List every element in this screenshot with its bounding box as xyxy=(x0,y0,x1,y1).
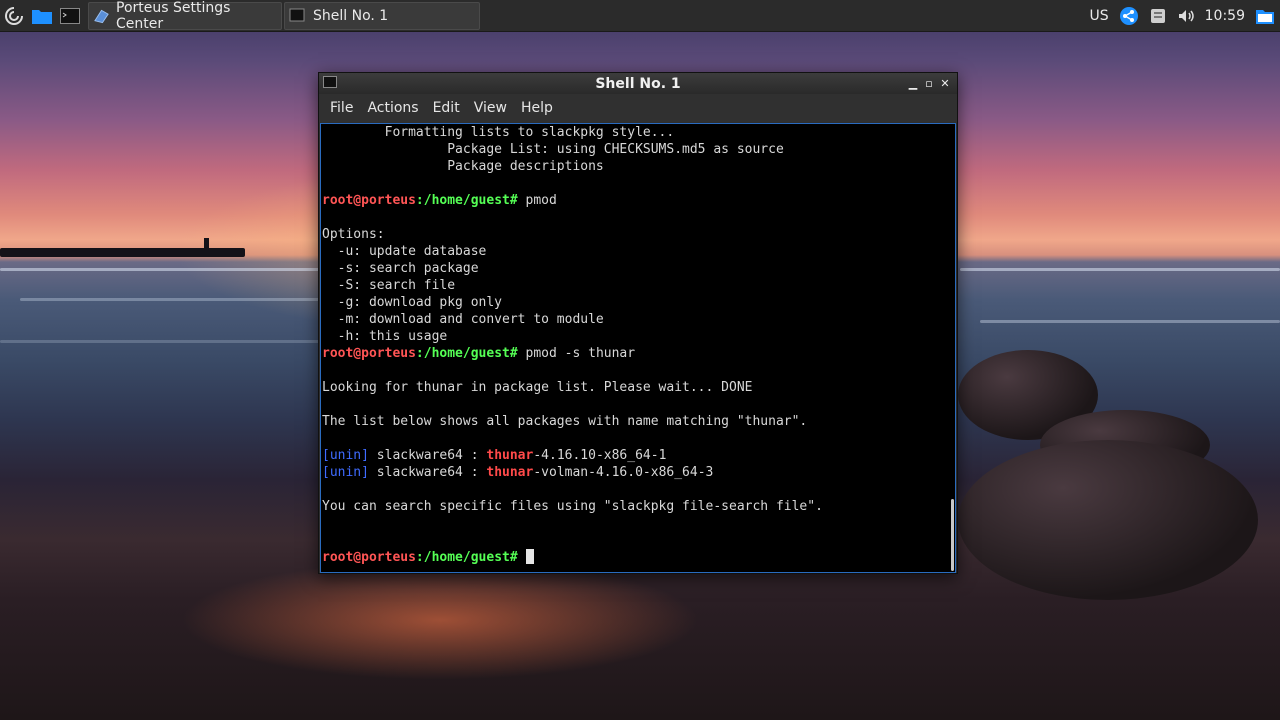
show-desktop-icon[interactable] xyxy=(1255,7,1275,25)
rock xyxy=(958,440,1258,600)
task-label: Porteus Settings Center xyxy=(116,0,231,32)
package-repo: slackware64 : xyxy=(368,465,487,480)
output-line: The list below shows all packages with n… xyxy=(322,414,808,429)
folder-icon xyxy=(32,9,52,24)
prompt-user: root@porteus xyxy=(322,550,416,565)
menu-view[interactable]: View xyxy=(467,100,514,116)
close-button[interactable]: ✕ xyxy=(937,77,953,90)
maximize-button[interactable]: ▫ xyxy=(921,77,937,90)
command-text: pmod -s thunar xyxy=(517,346,636,361)
output-line: -S: search file xyxy=(322,278,456,293)
clock[interactable]: 10:59 xyxy=(1205,8,1245,24)
terminal-window: Shell No. 1 ▁ ▫ ✕ File Actions Edit View… xyxy=(318,72,958,574)
wave-line xyxy=(960,268,1280,271)
package-version: -volman-4.16.0-x86_64-3 xyxy=(533,465,714,480)
package-name: thunar xyxy=(486,448,534,463)
sunset-reflection xyxy=(180,560,700,680)
prompt-path: :/home/guest# xyxy=(415,193,518,208)
terminal-icon xyxy=(60,7,80,24)
terminal-output[interactable]: Formatting lists to slackpkg style... Pa… xyxy=(320,123,956,573)
task-label: Shell No. 1 xyxy=(313,7,389,24)
terminal-launcher[interactable] xyxy=(56,0,84,32)
pier-post xyxy=(204,238,209,252)
network-share-icon[interactable] xyxy=(1119,6,1139,26)
package-repo: slackware64 : xyxy=(368,448,487,463)
keyboard-layout-indicator[interactable]: US xyxy=(1090,8,1109,24)
result-line: [unin] slackware64 : thunar-4.16.10-x86_… xyxy=(322,448,667,463)
window-controls: ▁ ▫ ✕ xyxy=(905,73,953,94)
wave-line xyxy=(0,268,320,271)
terminal-icon xyxy=(289,8,305,21)
prompt-path: :/home/guest# xyxy=(415,346,518,361)
volume-icon[interactable] xyxy=(1177,8,1195,24)
wave-line xyxy=(0,340,320,343)
menu-help[interactable]: Help xyxy=(514,100,560,116)
file-manager-launcher[interactable] xyxy=(28,0,56,32)
system-tray: US 10:59 xyxy=(1085,0,1280,32)
text-cursor xyxy=(525,549,534,564)
output-line: -g: download pkg only xyxy=(322,295,503,310)
output-line: -h: this usage xyxy=(322,329,448,344)
wave-line xyxy=(980,320,1280,323)
output-line: Options: xyxy=(322,227,385,242)
command-line: root@porteus:/home/guest# pmod -s thunar xyxy=(322,345,955,362)
window-title: Shell No. 1 xyxy=(595,75,681,92)
wave-line xyxy=(20,298,320,301)
menu-edit[interactable]: Edit xyxy=(426,100,467,116)
minimize-button[interactable]: ▁ xyxy=(905,77,921,90)
package-status: unin xyxy=(329,465,362,480)
prompt-user: root@porteus xyxy=(322,346,416,361)
task-porteus-settings-center[interactable]: Porteus Settings Center xyxy=(88,0,282,32)
package-version: -4.16.10-x86_64-1 xyxy=(533,448,667,463)
command-text: pmod xyxy=(517,193,557,208)
terminal-scrollbar[interactable] xyxy=(951,499,954,571)
menu-file[interactable]: File xyxy=(323,100,360,116)
output-line: Looking for thunar in package list. Plea… xyxy=(322,380,753,395)
output-line: -m: download and convert to module xyxy=(322,312,604,327)
settings-center-icon xyxy=(94,9,109,23)
output-line: Package List: using CHECKSUMS.md5 as sou… xyxy=(322,142,784,157)
output-line: Package descriptions xyxy=(322,159,604,174)
command-line: root@porteus:/home/guest# xyxy=(322,549,955,566)
menu-actions[interactable]: Actions xyxy=(360,100,425,116)
clipboard-icon[interactable] xyxy=(1149,7,1167,25)
result-line: [unin] slackware64 : thunar-volman-4.16.… xyxy=(322,465,714,480)
prompt-user: root@porteus xyxy=(322,193,416,208)
start-menu-button[interactable] xyxy=(0,0,28,32)
output-line: -s: search package xyxy=(322,261,479,276)
porteus-logo-icon xyxy=(5,6,23,25)
output-line: Formatting lists to slackpkg style... xyxy=(322,125,675,140)
package-name: thunar xyxy=(486,465,534,480)
window-titlebar[interactable]: Shell No. 1 ▁ ▫ ✕ xyxy=(319,73,957,94)
output-line: You can search specific files using "sla… xyxy=(322,499,823,514)
package-status: unin xyxy=(329,448,362,463)
task-shell-no-1[interactable]: Shell No. 1 xyxy=(284,1,480,30)
menubar: File Actions Edit View Help xyxy=(319,94,957,122)
prompt-path: :/home/guest# xyxy=(415,550,518,565)
taskbar: Porteus Settings Center Shell No. 1 US 1… xyxy=(0,0,1280,32)
command-line: root@porteus:/home/guest# pmod xyxy=(322,192,955,209)
output-line: -u: update database xyxy=(322,244,487,259)
